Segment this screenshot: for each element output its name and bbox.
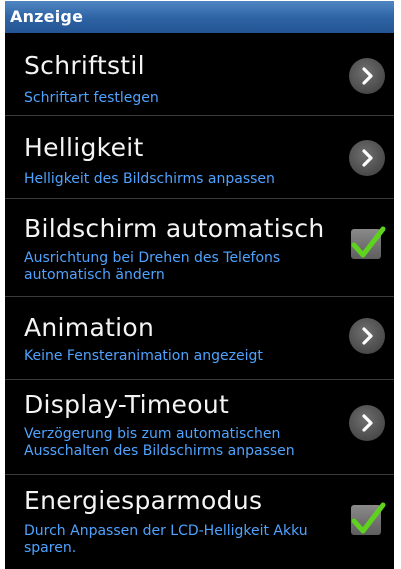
header-bar: Anzeige xyxy=(5,1,394,33)
setting-title: Animation xyxy=(24,313,155,342)
setting-title: Helligkeit xyxy=(24,133,144,162)
header-title: Anzeige xyxy=(10,7,84,26)
setting-subtitle: Ausrichtung bei Drehen des Telefons auto… xyxy=(24,250,281,283)
setting-subtitle: Verzögerung bis zum automatischen Aussch… xyxy=(24,426,295,459)
setting-row-animation[interactable]: Animation Keine Fensteranimation angezei… xyxy=(5,297,394,379)
setting-title: Bildschirm automatisch drehen xyxy=(24,214,334,243)
setting-title: Schriftstil xyxy=(24,51,145,80)
check-mark-icon xyxy=(351,502,386,534)
phone-screen: Anzeige Schriftstil Schriftart festlegen… xyxy=(5,1,394,569)
setting-subtitle: Helligkeit des Bildschirms anpassen xyxy=(24,171,275,187)
setting-title: Energiesparmodus xyxy=(24,486,263,515)
energiesparmodus-checkbox[interactable] xyxy=(351,502,386,535)
auto-rotate-checkbox[interactable] xyxy=(351,226,386,259)
setting-title: Display-Timeout xyxy=(24,390,230,419)
setting-subtitle: Durch Anpassen der LCD-Helligkeit Akku s… xyxy=(24,523,308,556)
setting-subtitle: Schriftart festlegen xyxy=(24,90,159,106)
setting-row-schriftstil[interactable]: Schriftstil Schriftart festlegen xyxy=(5,33,394,115)
chevron-right-icon[interactable] xyxy=(349,405,385,441)
chevron-right-icon[interactable] xyxy=(349,58,385,94)
chevron-right-icon[interactable] xyxy=(349,318,385,354)
setting-row-energiesparmodus[interactable]: Energiesparmodus Durch Anpassen der LCD-… xyxy=(5,475,394,569)
setting-subtitle: Keine Fensteranimation angezeigt xyxy=(24,348,263,364)
setting-row-auto-rotate[interactable]: Bildschirm automatisch drehen Ausrichtun… xyxy=(5,199,394,296)
setting-row-display-timeout[interactable]: Display-Timeout Verzögerung bis zum auto… xyxy=(5,380,394,474)
setting-row-helligkeit[interactable]: Helligkeit Helligkeit des Bildschirms an… xyxy=(5,116,394,198)
chevron-right-icon[interactable] xyxy=(349,140,385,176)
check-mark-icon xyxy=(351,226,386,258)
